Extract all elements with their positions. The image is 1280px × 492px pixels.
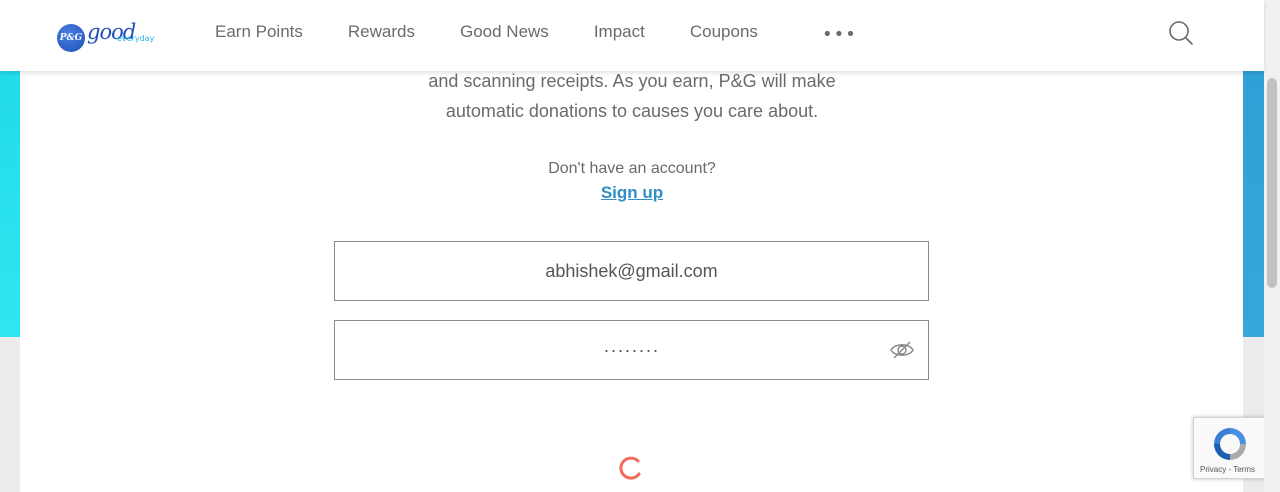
signup-link[interactable]: Sign up: [601, 183, 663, 202]
nav-good-news[interactable]: Good News: [460, 22, 549, 42]
toggle-password-visibility-button[interactable]: [889, 339, 915, 361]
email-field[interactable]: [335, 242, 928, 300]
pg-badge: P&G: [57, 24, 85, 52]
no-account-prompt: Don't have an account?: [548, 160, 716, 177]
intro-text: and scanning receipts. As you earn, P&G …: [0, 66, 1264, 126]
brand-logo[interactable]: P&G good everyday: [57, 20, 167, 54]
email-field-box: [334, 241, 929, 301]
nav-rewards[interactable]: Rewards: [348, 22, 415, 42]
loading-spinner: [618, 455, 644, 481]
nav-impact[interactable]: Impact: [594, 22, 645, 42]
intro-line-2: automatic donations to causes you care a…: [445, 101, 819, 121]
scrollbar-thumb[interactable]: [1267, 78, 1277, 288]
page-scrollbar[interactable]: [1264, 0, 1280, 492]
brand-tagline: everyday: [117, 34, 155, 43]
main-nav: Earn Points Rewards Good News Impact Cou…: [215, 0, 803, 63]
password-field[interactable]: [335, 321, 928, 379]
nav-more-button[interactable]: •••: [822, 24, 857, 45]
nav-coupons[interactable]: Coupons: [690, 22, 758, 42]
password-field-box: [334, 320, 929, 380]
search-button[interactable]: [1166, 19, 1194, 47]
loading-spinner-icon: [619, 456, 641, 480]
recaptcha-icon: [1214, 428, 1246, 460]
signup-container: Sign up: [0, 183, 1264, 203]
site-header: P&G good everyday Earn Points Rewards Go…: [0, 0, 1264, 71]
eye-slash-icon: [890, 341, 914, 359]
search-icon: [1169, 21, 1193, 45]
nav-earn-points[interactable]: Earn Points: [215, 22, 303, 42]
recaptcha-links[interactable]: Privacy - Terms: [1200, 465, 1255, 474]
